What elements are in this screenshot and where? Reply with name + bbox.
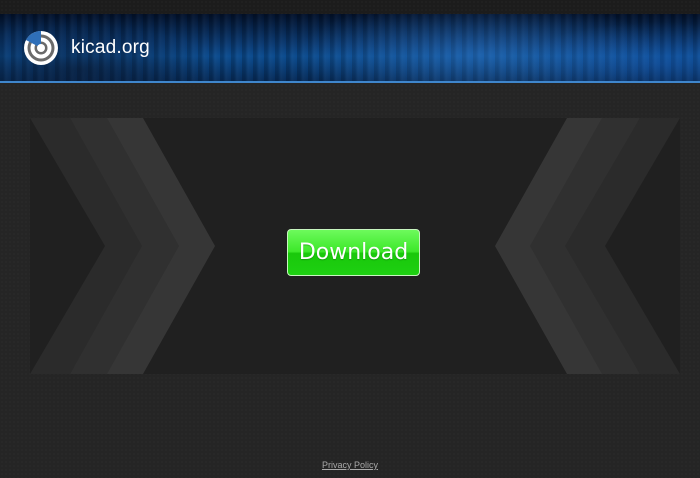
kicad-logo-icon[interactable] (23, 30, 59, 66)
left-chevrons (30, 118, 215, 374)
top-strip (0, 0, 700, 14)
site-brand[interactable]: kicad.org (71, 37, 150, 59)
download-button[interactable]: Download (287, 229, 420, 276)
header-divider (0, 81, 700, 83)
privacy-policy-link[interactable]: Privacy Policy (0, 460, 700, 470)
right-chevrons (495, 118, 680, 374)
